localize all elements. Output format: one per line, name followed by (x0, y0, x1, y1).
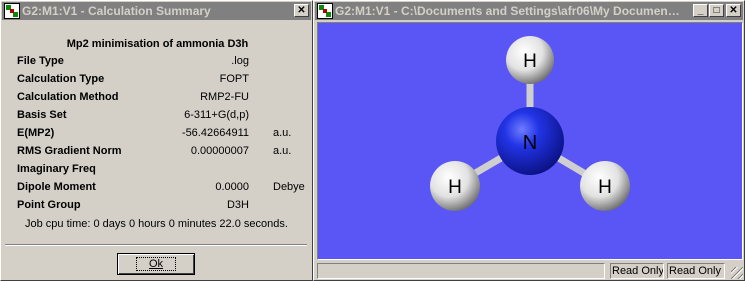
status-read-only: Read Only (667, 263, 725, 279)
summary-unit: a.u. (273, 127, 292, 139)
minimize-icon: _ (697, 5, 704, 16)
ammonia-molecule-3d[interactable]: H N H H (318, 23, 742, 259)
summary-close-button[interactable]: ✕ (294, 4, 309, 17)
summary-row-dipole-moment: Dipole Moment 0.0000 Debye (17, 181, 307, 197)
summary-label: Calculation Type (17, 73, 105, 85)
summary-label: Dipole Moment (17, 181, 96, 193)
job-cpu-time: Job cpu time: 0 days 0 hours 0 minutes 2… (25, 218, 288, 230)
atom-label: N (523, 132, 537, 154)
gaussview-app-icon (317, 3, 333, 19)
ok-button[interactable]: Ok (117, 253, 195, 275)
minimize-button[interactable]: _ (693, 4, 708, 17)
summary-row-file-type: File Type .log (17, 55, 307, 71)
molecule-viewer-window: G2:M1:V1 - C:\Documents and Settings\afr… (313, 0, 745, 281)
calculation-heading: Mp2 minimisation of ammonia D3h (66, 38, 249, 50)
summary-value: 0.00000007 (190, 145, 249, 157)
atom-label: H (598, 177, 612, 198)
summary-value: -56.42664911 (181, 127, 249, 139)
atom-label: H (523, 51, 537, 72)
summary-label: E(MP2) (17, 127, 55, 139)
summary-value: 6-311+G(d,p) (184, 109, 249, 121)
summary-row-energy-mp2: E(MP2) -56.42664911 a.u. (17, 127, 307, 143)
atom-label: H (448, 177, 462, 198)
summary-label: Basis Set (17, 109, 67, 121)
summary-unit: Debye (273, 181, 305, 193)
summary-label: File Type (17, 55, 64, 67)
summary-label: RMS Gradient Norm (17, 145, 122, 157)
ok-button-label: Ok (135, 257, 177, 271)
summary-value: RMP2-FU (200, 91, 249, 103)
viewer-titlebar[interactable]: G2:M1:V1 - C:\Documents and Settings\afr… (315, 2, 743, 20)
summary-value: 0.0000 (215, 181, 249, 193)
summary-value: .log (231, 55, 249, 67)
summary-titlebar[interactable]: G2:M1:V1 - Calculation Summary ✕ (2, 2, 311, 20)
status-read-only: Read Only (610, 263, 664, 279)
status-bar-main (317, 263, 605, 279)
summary-label: Calculation Method (17, 91, 119, 103)
summary-row-imaginary-freq: Imaginary Freq (17, 163, 307, 179)
molecule-viewport[interactable]: H N H H (317, 22, 743, 260)
close-icon: ✕ (729, 5, 738, 16)
divider (5, 244, 307, 246)
summary-row-rms-gradient: RMS Gradient Norm 0.00000007 a.u. (17, 145, 307, 161)
maximize-button[interactable]: □ (709, 4, 724, 17)
gaussview-app-icon (4, 3, 20, 19)
summary-label: Imaginary Freq (17, 163, 96, 175)
summary-label: Point Group (17, 199, 81, 211)
summary-row-calculation-type: Calculation Type FOPT (17, 73, 307, 89)
summary-row-point-group: Point Group D3H (17, 199, 307, 215)
summary-value: FOPT (219, 73, 249, 85)
viewer-close-button[interactable]: ✕ (726, 4, 741, 17)
summary-row-calculation-method: Calculation Method RMP2-FU (17, 91, 307, 107)
summary-value: D3H (226, 199, 249, 211)
summary-unit: a.u. (273, 145, 292, 157)
resize-grip-icon[interactable] (731, 267, 743, 279)
close-icon: ✕ (297, 5, 306, 16)
calculation-summary-window: G2:M1:V1 - Calculation Summary ✕ Mp2 min… (0, 0, 313, 281)
maximize-icon: □ (713, 5, 720, 16)
summary-window-title: G2:M1:V1 - Calculation Summary (22, 4, 211, 18)
summary-row-basis-set: Basis Set 6-311+G(d,p) (17, 109, 307, 125)
viewer-window-title: G2:M1:V1 - C:\Documents and Settings\afr… (335, 4, 683, 18)
